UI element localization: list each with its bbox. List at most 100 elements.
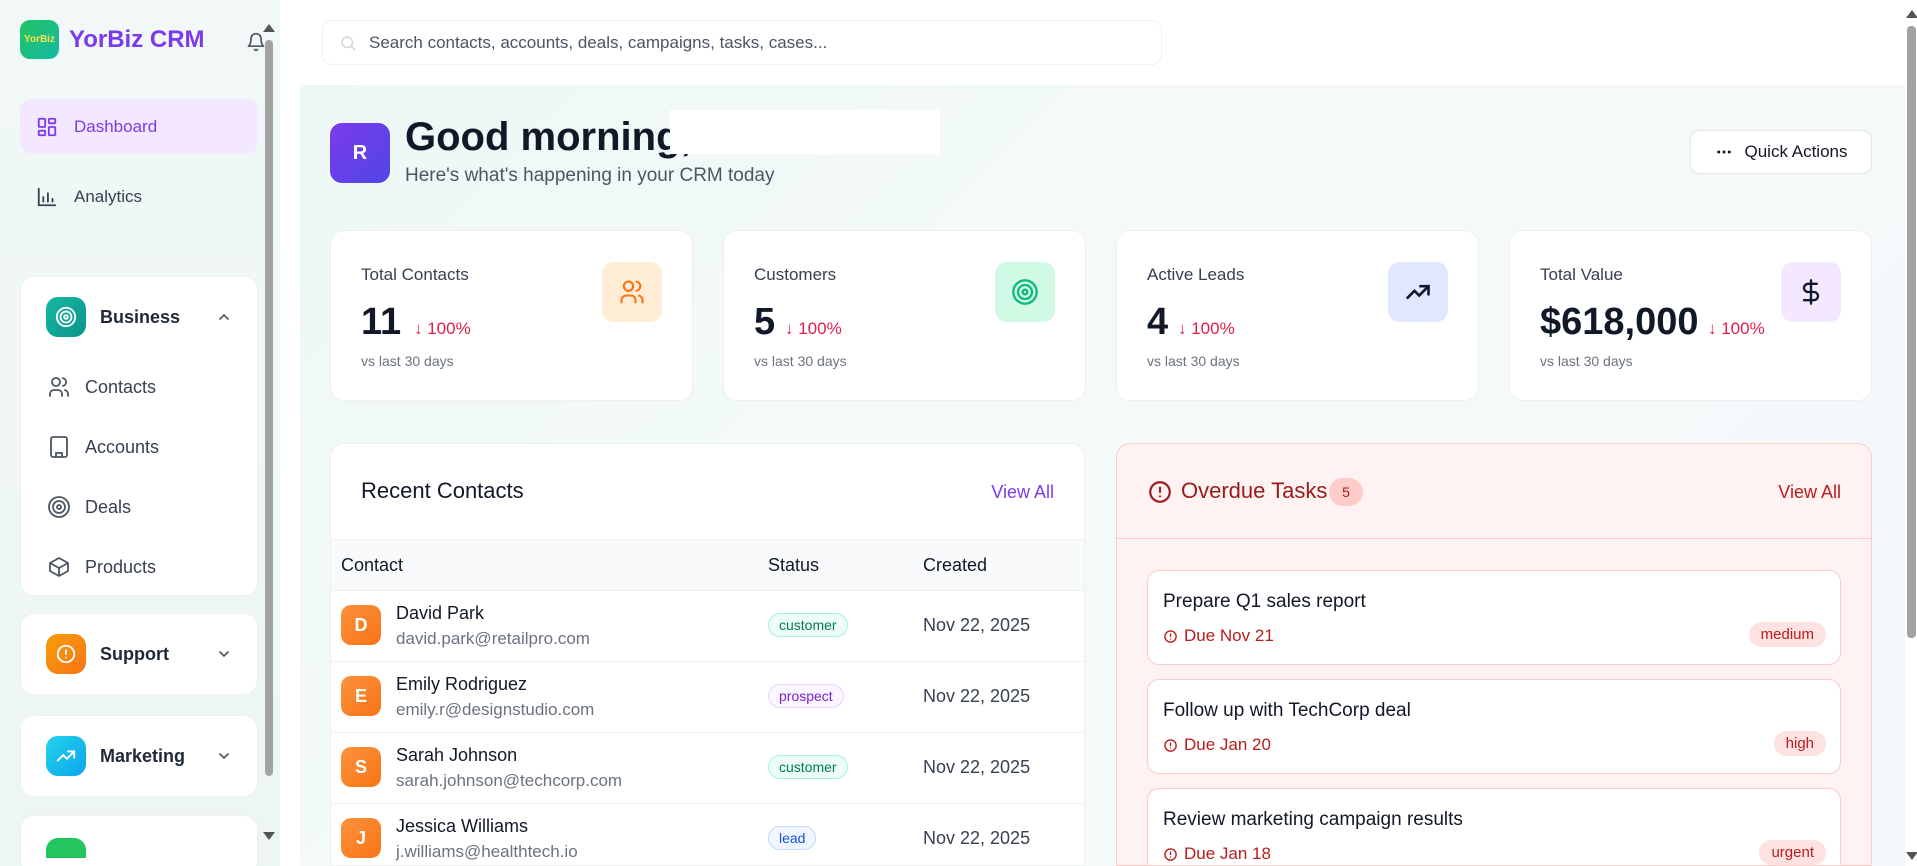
nav-analytics[interactable]: Analytics bbox=[20, 169, 258, 224]
table-row[interactable]: S Sarah Johnson sarah.johnson@techcorp.c… bbox=[331, 733, 1084, 804]
task-due-text: Due Jan 20 bbox=[1184, 735, 1271, 754]
task-card[interactable]: Review marketing campaign results Due Ja… bbox=[1147, 788, 1841, 865]
contact-email: sarah.johnson@techcorp.com bbox=[396, 771, 623, 790]
group-support-header[interactable]: Support bbox=[21, 614, 257, 694]
scroll-down-arrow[interactable] bbox=[263, 832, 275, 840]
stat-foot: vs last 30 days bbox=[754, 353, 847, 369]
overdue-tasks-panel: Overdue Tasks 5 View All Prepare Q1 sale… bbox=[1116, 443, 1872, 866]
alert-circle-icon bbox=[1164, 629, 1177, 643]
task-title: Prepare Q1 sales report bbox=[1163, 591, 1366, 612]
stat-value: 5 bbox=[754, 301, 776, 343]
chevron-down-icon[interactable] bbox=[216, 646, 232, 662]
greeting-title: Good morning, bbox=[405, 115, 692, 159]
group-marketing-label: Marketing bbox=[100, 745, 186, 766]
sidebar-item-products[interactable]: Products bbox=[21, 537, 257, 597]
task-card[interactable]: Prepare Q1 sales report Due Nov 21 mediu… bbox=[1147, 570, 1841, 665]
group-business-header[interactable]: Business bbox=[21, 277, 257, 357]
chevron-up-icon[interactable] bbox=[216, 309, 232, 325]
sidebar: YorBiz YorBiz CRM Dashboard Analytics Bu… bbox=[0, 0, 280, 866]
group-more[interactable] bbox=[20, 815, 258, 866]
task-due: Due Nov 21 bbox=[1163, 626, 1274, 646]
stat-delta: ↓ 100% bbox=[1178, 319, 1235, 338]
nav-analytics-label: Analytics bbox=[74, 186, 143, 206]
column-header[interactable]: Status bbox=[768, 555, 819, 576]
main-scroll-up-arrow[interactable] bbox=[1906, 10, 1917, 18]
sidebar-item-deals[interactable]: Deals bbox=[21, 477, 257, 537]
sidebar-scrollbar[interactable] bbox=[265, 40, 273, 776]
contact-name: Sarah Johnson bbox=[396, 745, 518, 765]
status-badge: customer bbox=[768, 755, 848, 779]
created-date: Nov 22, 2025 bbox=[923, 757, 1031, 777]
contact-email: emily.r@designstudio.com bbox=[396, 700, 595, 719]
stat-value: 4 bbox=[1147, 301, 1169, 343]
task-due: Due Jan 18 bbox=[1163, 844, 1271, 864]
group-more-icon bbox=[46, 838, 86, 858]
overdue-tasks-title: Overdue Tasks bbox=[1181, 478, 1328, 503]
column-header[interactable]: Contact bbox=[341, 555, 403, 576]
scroll-up-arrow[interactable] bbox=[263, 24, 275, 32]
task-due: Due Jan 20 bbox=[1163, 735, 1271, 755]
group-business-icon bbox=[46, 297, 86, 337]
users-icon bbox=[620, 280, 644, 304]
alert-circle-icon bbox=[1164, 738, 1177, 752]
stat-foot: vs last 30 days bbox=[1540, 353, 1633, 369]
column-header[interactable]: Created bbox=[923, 555, 987, 576]
building-icon bbox=[50, 436, 68, 458]
overdue-tasks-view-all[interactable]: View All bbox=[1778, 482, 1841, 503]
alert-circle-icon bbox=[1164, 847, 1177, 861]
table-row[interactable]: E Emily Rodriguez emily.r@designstudio.c… bbox=[331, 662, 1084, 733]
stat-foot: vs last 30 days bbox=[361, 353, 454, 369]
quick-actions-button[interactable]: Quick Actions bbox=[1690, 130, 1872, 174]
contact-name: David Park bbox=[396, 603, 485, 623]
overdue-tasks-count: 5 bbox=[1329, 478, 1363, 506]
search-input[interactable] bbox=[369, 32, 1149, 53]
brand-logo: YorBiz bbox=[20, 20, 59, 59]
overdue-tasks-header: Overdue Tasks 5 View All bbox=[1117, 444, 1871, 539]
created-date: Nov 22, 2025 bbox=[923, 828, 1031, 848]
stat-customers: Customers 5 ↓ 100% vs last 30 days bbox=[723, 230, 1086, 401]
sidebar-item-label: Products bbox=[85, 556, 157, 577]
contact-name: Emily Rodriguez bbox=[396, 674, 528, 694]
nav-dashboard-label: Dashboard bbox=[74, 116, 158, 136]
sidebar-item-accounts[interactable]: Accounts bbox=[21, 417, 257, 477]
task-card[interactable]: Follow up with TechCorp deal Due Jan 20 … bbox=[1147, 679, 1841, 774]
chevron-down-icon[interactable] bbox=[216, 748, 232, 764]
main-scroll-down-arrow[interactable] bbox=[1906, 852, 1917, 860]
stat-icon bbox=[602, 262, 662, 322]
contact-avatar: J bbox=[341, 818, 381, 858]
stat-icon bbox=[995, 262, 1055, 322]
stat-total-contacts: Total Contacts 11 ↓ 100% vs last 30 days bbox=[330, 230, 693, 401]
priority-badge: urgent bbox=[1759, 840, 1826, 865]
main: R Good morning, Here's what's happening … bbox=[280, 0, 1917, 866]
brand[interactable]: YorBiz YorBiz CRM bbox=[20, 20, 205, 59]
grid-icon bbox=[37, 117, 57, 136]
stat-label: Active Leads bbox=[1147, 265, 1245, 284]
redacted-name bbox=[670, 110, 940, 154]
priority-badge: medium bbox=[1748, 622, 1826, 647]
table-row[interactable]: J Jessica Williams j.williams@healthtech… bbox=[331, 804, 1084, 865]
search-icon bbox=[341, 35, 356, 50]
recent-contacts-view-all[interactable]: View All bbox=[991, 482, 1054, 503]
stat-label: Total Contacts bbox=[361, 265, 469, 284]
main-scrollbar[interactable] bbox=[1907, 26, 1916, 638]
box-icon bbox=[49, 557, 69, 577]
table-row[interactable]: D David Park david.park@retailpro.com cu… bbox=[331, 591, 1084, 662]
created-date: Nov 22, 2025 bbox=[923, 686, 1031, 706]
alert-circle-icon bbox=[1149, 481, 1171, 503]
created-date: Nov 22, 2025 bbox=[923, 615, 1031, 635]
users-icon bbox=[49, 377, 69, 397]
stat-delta: ↓ 100% bbox=[414, 319, 471, 338]
bell-icon[interactable] bbox=[246, 32, 266, 52]
sidebar-item-contacts[interactable]: Contacts bbox=[21, 357, 257, 417]
global-search[interactable] bbox=[322, 20, 1162, 65]
quick-actions-label: Quick Actions bbox=[1744, 142, 1848, 161]
status-badge: lead bbox=[768, 826, 817, 850]
priority-badge: high bbox=[1773, 731, 1826, 756]
target-icon bbox=[55, 306, 77, 328]
task-due-text: Due Nov 21 bbox=[1184, 626, 1274, 645]
nav-dashboard[interactable]: Dashboard bbox=[20, 99, 258, 154]
contact-name: Jessica Williams bbox=[396, 816, 529, 836]
group-marketing-header[interactable]: Marketing bbox=[21, 716, 257, 796]
stat-label: Customers bbox=[754, 265, 837, 284]
target-icon bbox=[1012, 279, 1038, 305]
